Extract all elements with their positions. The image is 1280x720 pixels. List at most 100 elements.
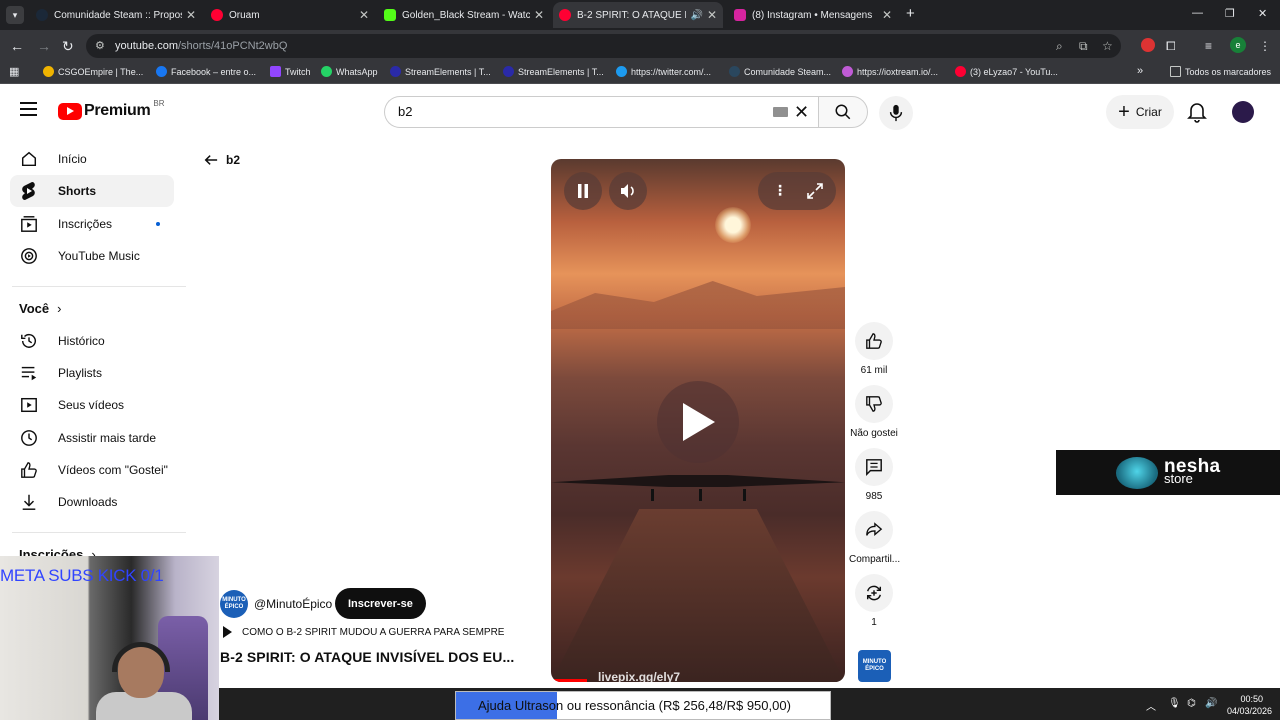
pause-button[interactable]	[564, 172, 602, 210]
clear-search-icon[interactable]: ✕	[794, 97, 809, 127]
site-info-icon[interactable]: ⚙	[95, 34, 105, 58]
more-options-icon[interactable]: ⋮	[773, 182, 787, 199]
comments-action[interactable]: 985	[849, 448, 899, 502]
voice-search-button[interactable]	[879, 96, 913, 130]
browser-tab-steam[interactable]: Comunidade Steam :: Proposta ✕	[30, 2, 202, 28]
create-button[interactable]: + Criar	[1106, 95, 1174, 129]
notifications-button[interactable]	[1187, 101, 1207, 123]
music-link[interactable]: COMO O B-2 SPIRIT MUDOU A GUERRA PARA SE…	[223, 626, 504, 638]
cast-icon[interactable]: ⧉	[1079, 34, 1088, 58]
close-tab-icon[interactable]: ✕	[707, 8, 717, 22]
comments-button[interactable]	[855, 448, 893, 486]
sidebar-item-youtube-music[interactable]: YouTube Music	[10, 240, 174, 272]
profile-avatar[interactable]: e	[1230, 37, 1246, 53]
like-action[interactable]: 61 mil	[849, 322, 899, 376]
remix-action[interactable]: 1	[849, 574, 899, 628]
network-icon[interactable]: ⌬	[1187, 698, 1196, 709]
bookmark-star-icon[interactable]: ☆	[1102, 34, 1113, 58]
close-window-icon[interactable]: ✕	[1258, 7, 1267, 20]
sponsor-overlay-banner: nesha store	[1056, 450, 1280, 495]
sidebar-item-downloads[interactable]: Downloads	[10, 486, 174, 518]
browser-tab-kick[interactable]: Golden_Black Stream - Watch L✕	[378, 2, 550, 28]
keyboard-icon[interactable]	[773, 107, 788, 117]
subscribe-button[interactable]: Inscrever-se	[335, 588, 426, 619]
back-to-search[interactable]: b2	[204, 153, 240, 167]
restore-icon[interactable]: ❐	[1225, 7, 1235, 20]
tab-search-button[interactable]: ▾	[6, 6, 24, 24]
twitter-icon	[616, 66, 627, 77]
forward-arrow-icon[interactable]: →	[37, 38, 51, 54]
tray-chevron-icon[interactable]: ︿	[1146, 698, 1156, 713]
minimize-icon[interactable]: —	[1192, 7, 1203, 19]
browser-tab-youtube-short[interactable]: B-2 SPIRIT: O ATAQUE INVIS🔊✕	[553, 2, 723, 28]
speaker-icon[interactable]: 🔊	[1205, 698, 1217, 709]
sidebar-you-header[interactable]: Você ›	[19, 301, 61, 316]
sidebar-item-liked-videos[interactable]: Vídeos com "Gostei"	[10, 454, 174, 486]
sidebar-item-playlists[interactable]: Playlists	[10, 357, 174, 389]
audio-playing-icon[interactable]: 🔊	[690, 10, 702, 21]
bookmark-steam[interactable]: Comunidade Steam...	[729, 66, 831, 77]
channel-avatar[interactable]: MINUTO ÉPICO	[220, 590, 248, 618]
bookmark-whatsapp[interactable]: WhatsApp	[321, 66, 378, 77]
shorts-video-player[interactable]: ⋮ livepix.gg/ely7	[551, 159, 845, 682]
bookmark-streamelements-2[interactable]: StreamElements | T...	[503, 66, 604, 77]
new-tab-button[interactable]: +	[906, 5, 915, 22]
sidebar-item-shorts[interactable]: Shorts	[10, 175, 174, 207]
center-play-button[interactable]	[657, 381, 739, 463]
menu-icon[interactable]	[20, 102, 37, 120]
close-tab-icon[interactable]: ✕	[882, 8, 892, 22]
url-bar[interactable]: ⚙ youtube.com/shorts/41oPCNt2wbQ ⌕ ⧉ ☆	[86, 34, 1121, 58]
extension-icon[interactable]	[1141, 38, 1155, 52]
bookmark-csgoempire[interactable]: CSGOEmpire | The...	[43, 66, 143, 77]
player-menu-controls: ⋮	[758, 172, 836, 210]
share-action[interactable]: Compartil...	[849, 511, 900, 565]
donation-goal-text: Ajuda Ultrason ou ressonância (R$ 256,48…	[478, 698, 791, 713]
close-tab-icon[interactable]: ✕	[186, 8, 196, 22]
close-tab-icon[interactable]: ✕	[534, 8, 544, 22]
volume-button[interactable]	[609, 172, 647, 210]
extensions-puzzle-icon[interactable]: ⧠	[1166, 39, 1176, 54]
sidebar-item-watch-later[interactable]: Assistir mais tarde	[10, 422, 174, 454]
sidebar-item-history[interactable]: Histórico	[10, 325, 174, 357]
address-toolbar: ← → ↻ ⚙ youtube.com/shorts/41oPCNt2wbQ ⌕…	[0, 30, 1280, 62]
youtube-premium-logo[interactable]: Premium BR	[58, 99, 165, 120]
bookmark-ioxtream[interactable]: https://ioxtream.io/...	[842, 66, 938, 77]
reload-icon[interactable]: ↻	[62, 38, 74, 55]
video-progress-bar[interactable]	[551, 679, 587, 682]
media-control-icon[interactable]: ≡	[1205, 39, 1212, 53]
share-button[interactable]	[855, 511, 893, 549]
bookmark-twitch[interactable]: Twitch	[270, 66, 311, 77]
dislike-action[interactable]: Não gostei	[849, 385, 899, 439]
back-arrow-icon[interactable]: ←	[10, 38, 24, 54]
short-title[interactable]: B-2 SPIRIT: O ATAQUE INVISÍVEL DOS EU...	[220, 649, 514, 665]
browser-tab-instagram[interactable]: (8) Instagram • Mensagens ✕	[728, 2, 898, 28]
more-bookmarks-icon[interactable]: »	[1137, 65, 1143, 77]
zoom-icon[interactable]: ⌕	[1056, 34, 1063, 58]
bookmark-facebook[interactable]: Facebook – entre o...	[156, 66, 256, 77]
remix-button[interactable]	[855, 574, 893, 612]
search-input[interactable]: b2 ✕	[384, 96, 818, 128]
sidebar-item-subscriptions[interactable]: Inscrições	[10, 208, 174, 240]
channel-name[interactable]: @MinutoÉpico	[254, 597, 332, 611]
bookmark-youtube[interactable]: (3) eLyzao7 - YouTu...	[955, 66, 1058, 77]
microphone-tray-icon[interactable]: 🎙	[1168, 698, 1181, 709]
taskbar-clock[interactable]: 00:50 04/03/2026	[1227, 693, 1272, 717]
channel-thumbnail-button[interactable]: MINUTO ÉPICO	[858, 650, 891, 682]
search-button[interactable]	[818, 96, 868, 128]
sidebar-item-your-videos[interactable]: Seus vídeos	[10, 389, 174, 421]
browser-tab-oruam[interactable]: Oruam ✕	[205, 2, 375, 28]
sidebar-item-home[interactable]: Início	[10, 143, 174, 175]
fullscreen-icon[interactable]	[807, 183, 823, 199]
like-button[interactable]	[855, 322, 893, 360]
steam-icon	[36, 9, 48, 21]
close-tab-icon[interactable]: ✕	[359, 8, 369, 22]
dislike-button[interactable]	[855, 385, 893, 423]
all-bookmarks-folder[interactable]: Todos os marcadores	[1170, 66, 1271, 77]
ioxtream-icon	[842, 66, 853, 77]
browser-menu-icon[interactable]: ⋮	[1259, 39, 1271, 53]
apps-grid-icon[interactable]: ▦	[9, 65, 19, 78]
bookmark-streamelements-1[interactable]: StreamElements | T...	[390, 66, 491, 77]
bookmark-twitter[interactable]: https://twitter.com/...	[616, 66, 711, 77]
account-avatar[interactable]	[1232, 101, 1254, 123]
video-frame-sun	[715, 207, 751, 243]
